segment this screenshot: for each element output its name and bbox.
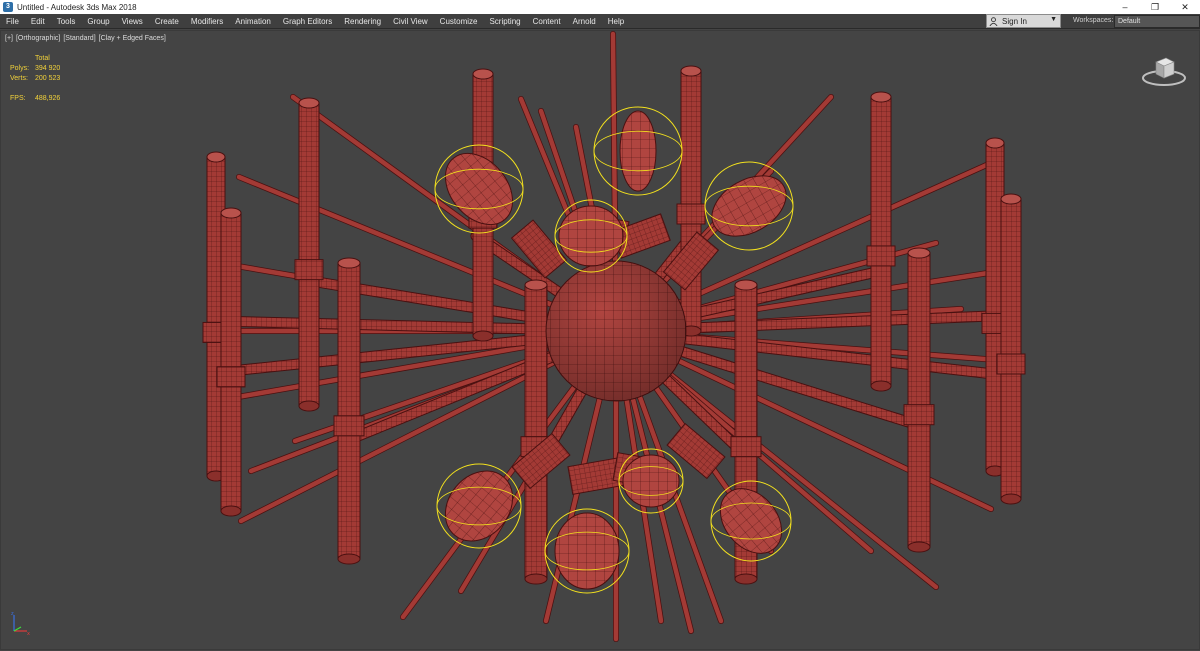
- column-cap: [524, 279, 548, 291]
- axis-tripod-icon: z x: [11, 611, 30, 637]
- column-cap: [472, 68, 494, 80]
- stats-verts-label: Verts:: [10, 75, 28, 82]
- menu-arnold[interactable]: Arnold: [567, 14, 602, 29]
- bulb: [711, 175, 787, 237]
- sign-in-dropdown[interactable]: Sign In ▼: [986, 14, 1061, 28]
- column-base: [220, 505, 242, 517]
- column-base: [298, 400, 320, 412]
- window-title: Untitled - Autodesk 3ds Max 2018: [17, 2, 137, 12]
- menu-help[interactable]: Help: [602, 14, 630, 29]
- column-base: [907, 541, 931, 553]
- bulb: [622, 454, 680, 508]
- menu-views[interactable]: Views: [116, 14, 149, 29]
- menu-file[interactable]: File: [0, 14, 25, 29]
- column-ring: [216, 366, 246, 388]
- svg-text:x: x: [27, 631, 30, 637]
- bulb: [619, 110, 657, 192]
- column: [220, 212, 242, 512]
- svg-text:z: z: [11, 611, 14, 617]
- bulb: [554, 512, 620, 590]
- column-base: [1000, 493, 1022, 505]
- stats-verts-value: 200 523: [35, 75, 61, 82]
- viewport-shading-standard[interactable]: [Standard]: [63, 35, 95, 42]
- column: [870, 96, 892, 387]
- menu-modifiers[interactable]: Modifiers: [185, 14, 229, 29]
- column-cap: [1000, 193, 1022, 205]
- menu-rendering[interactable]: Rendering: [338, 14, 387, 29]
- column-ring: [676, 203, 706, 225]
- stats-fps-label: FPS:: [10, 95, 26, 102]
- scene-model-chandelier[interactable]: [1, 31, 1200, 651]
- column-ring: [866, 245, 896, 267]
- column-cap: [680, 65, 702, 77]
- chevron-down-icon: ▼: [1050, 16, 1057, 23]
- menu-edit[interactable]: Edit: [25, 14, 51, 29]
- column: [680, 70, 702, 332]
- column: [298, 102, 320, 407]
- menu-graph-editors[interactable]: Graph Editors: [277, 14, 338, 29]
- column-cap: [985, 137, 1005, 149]
- workspaces-select[interactable]: Default: [1114, 15, 1200, 28]
- title-bar: 3 Untitled - Autodesk 3ds Max 2018 – ❐ ✕: [0, 0, 1200, 14]
- column-cap: [220, 207, 242, 219]
- viewport-display-mode[interactable]: [Clay + Edged Faces]: [99, 35, 166, 42]
- stats-polys-label: Polys:: [10, 65, 30, 72]
- sign-in-label: Sign In: [1002, 16, 1027, 26]
- column: [337, 262, 361, 560]
- column-ring: [996, 353, 1026, 375]
- app-icon[interactable]: 3: [3, 2, 13, 12]
- column-base: [524, 573, 548, 585]
- stats-fps-value: 488,926: [35, 95, 61, 102]
- viewport-label[interactable]: [+] [Orthographic] [Standard] [Clay + Edged…: [5, 35, 169, 42]
- viewport-orthographic[interactable]: [+] [Orthographic] [Standard] [Clay + Edged…: [0, 30, 1200, 650]
- column: [1000, 198, 1022, 500]
- user-icon: [989, 16, 998, 26]
- column-cap: [907, 247, 931, 259]
- menu-content[interactable]: Content: [527, 14, 567, 29]
- menu-animation[interactable]: Animation: [229, 14, 277, 29]
- column-cap: [337, 257, 361, 269]
- menu-civil-view[interactable]: Civil View: [387, 14, 434, 29]
- close-button[interactable]: ✕: [1170, 0, 1200, 14]
- menu-scripting[interactable]: Scripting: [483, 14, 526, 29]
- viewport-view-orthographic[interactable]: [Orthographic]: [16, 35, 60, 42]
- column-cap: [206, 151, 226, 163]
- column-ring: [903, 404, 935, 426]
- column-base: [734, 573, 758, 585]
- menu-group[interactable]: Group: [81, 14, 115, 29]
- stats-polys-value: 394 920: [35, 65, 61, 72]
- viewport-menu-plus[interactable]: [+]: [5, 35, 13, 42]
- column-cap: [870, 91, 892, 103]
- column-ring: [294, 259, 324, 281]
- viewcube-icon[interactable]: [1139, 54, 1189, 88]
- maximize-button[interactable]: ❐: [1140, 0, 1170, 14]
- column-base: [870, 380, 892, 392]
- stats-total-header: Total: [35, 55, 50, 62]
- central-sphere[interactable]: [545, 260, 687, 402]
- column-cap: [298, 97, 320, 109]
- menu-tools[interactable]: Tools: [51, 14, 82, 29]
- menu-create[interactable]: Create: [149, 14, 185, 29]
- minimize-button[interactable]: –: [1110, 0, 1140, 14]
- column-base: [472, 330, 494, 342]
- column-base: [337, 553, 361, 565]
- column-cap: [734, 279, 758, 291]
- bulb: [558, 205, 624, 267]
- column-ring: [333, 415, 365, 437]
- column-ring: [730, 436, 762, 458]
- column: [524, 284, 548, 580]
- workspaces-label: Workspaces:: [1073, 17, 1114, 24]
- column: [907, 252, 931, 548]
- bulb: [719, 488, 783, 554]
- menu-customize[interactable]: Customize: [434, 14, 484, 29]
- window-controls: – ❐ ✕: [1110, 0, 1200, 14]
